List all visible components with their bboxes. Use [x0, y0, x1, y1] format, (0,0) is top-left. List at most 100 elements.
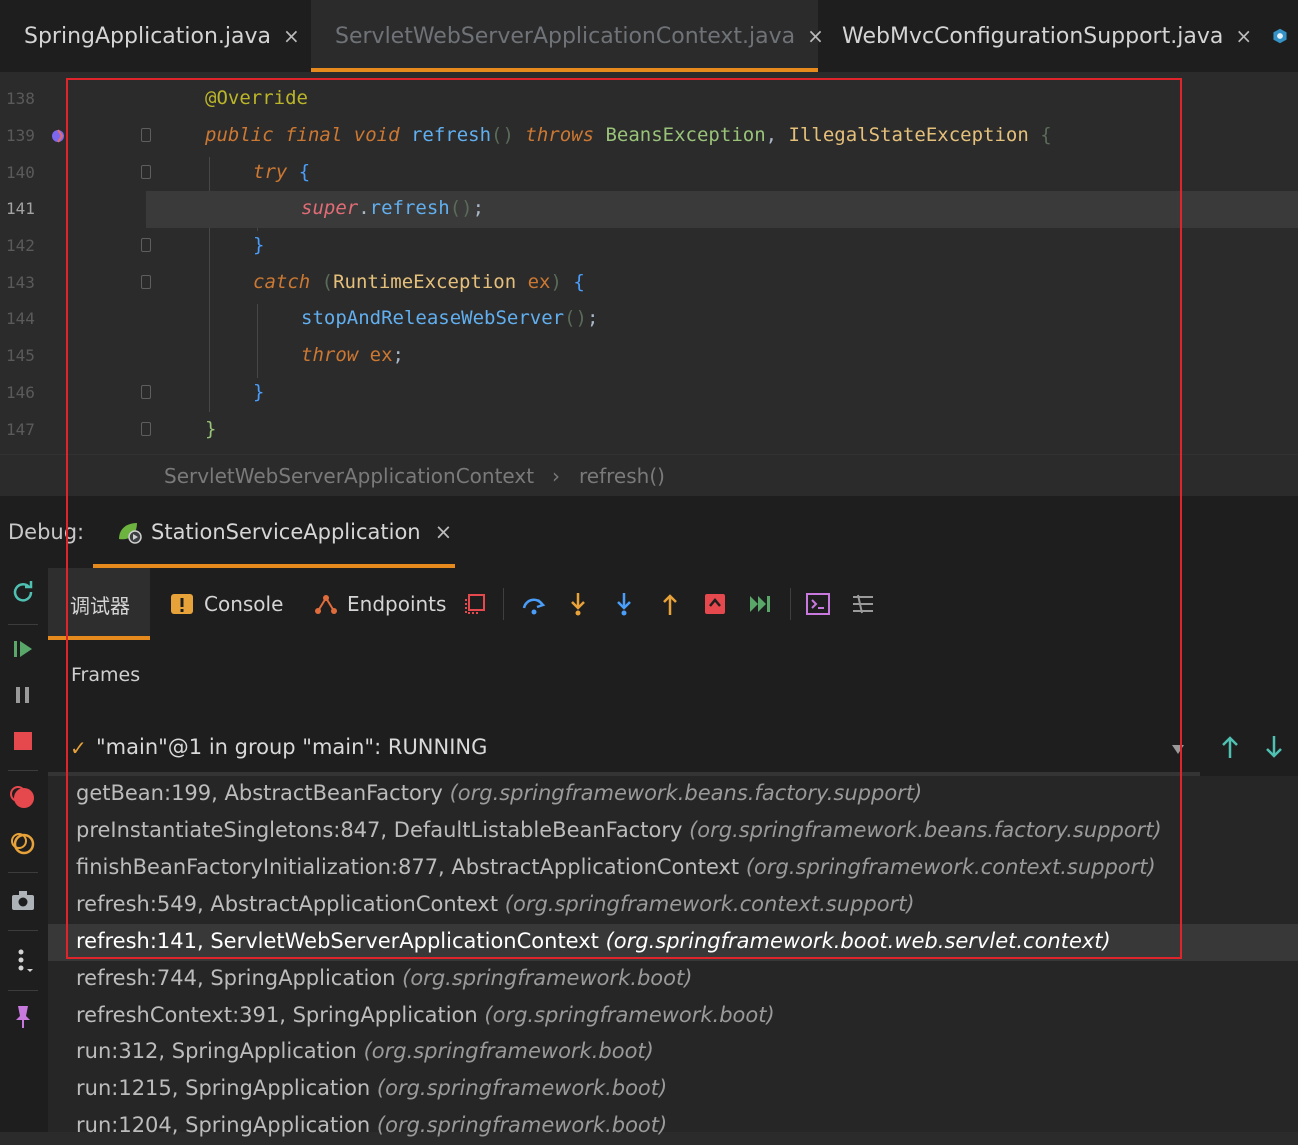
override-marker-icon[interactable] [48, 126, 68, 146]
code-text: } [205, 418, 217, 440]
frame-row[interactable]: refresh:744, SpringApplication (org.spri… [48, 961, 1298, 998]
debug-label: Debug: [8, 520, 85, 544]
line-number: 144 [6, 309, 35, 328]
drop-frame-icon[interactable] [701, 590, 729, 618]
editor-tabs: SpringApplication.java × ServletWebServe… [0, 0, 1298, 72]
breadcrumb-separator: › [552, 464, 560, 488]
stop-icon[interactable] [8, 726, 38, 756]
line-number: 140 [6, 163, 35, 182]
fold-icon[interactable] [141, 422, 151, 436]
run-to-cursor-icon[interactable] [746, 590, 774, 618]
frame-row[interactable]: refreshContext:391, SpringApplication (o… [48, 998, 1298, 1035]
breadcrumb-method[interactable]: refresh() [579, 464, 665, 488]
tab-debugger-label: 调试器 [70, 593, 130, 618]
tab-label: ServletWebServerApplicationContext.java [335, 23, 796, 49]
frames-panel: Frames ✓ "main"@1 in group "main": RUNNI… [48, 640, 1298, 1137]
code-line: 146 } [0, 375, 1298, 412]
endpoints-icon [315, 595, 337, 614]
tab-label: WebMvcConfigurationSupport.java [842, 23, 1224, 49]
thread-label: "main"@1 in group "main": RUNNING [96, 735, 488, 759]
thread-selector[interactable]: ✓ "main"@1 in group "main": RUNNING [48, 728, 1298, 772]
pin-icon[interactable] [8, 1002, 38, 1032]
close-icon[interactable]: × [283, 24, 300, 48]
code-editor[interactable]: 138 @Override 139 public final void refr… [0, 72, 1298, 454]
code-line: 139 public final void refresh() throws B… [0, 118, 1298, 155]
previous-frame-icon[interactable] [1218, 734, 1242, 760]
code-text: try { [253, 161, 311, 183]
rerun-icon[interactable] [8, 576, 38, 606]
more-options-icon[interactable] [8, 946, 38, 976]
line-number: 145 [6, 346, 35, 365]
view-breakpoints-icon[interactable] [8, 782, 38, 812]
code-text: public final void refresh() throws Beans… [205, 124, 1052, 146]
tab-endpoints[interactable]: Endpoints [313, 568, 446, 640]
close-icon[interactable]: × [1235, 24, 1252, 48]
tab-console-label: Console [204, 592, 284, 616]
tab-web-mvc-configuration-support[interactable]: WebMvcConfigurationSupport.java × [818, 0, 1258, 72]
fold-icon[interactable] [141, 128, 151, 142]
java-class-icon [1273, 28, 1287, 44]
line-number: 146 [6, 383, 35, 402]
chevron-down-icon[interactable] [1170, 742, 1186, 756]
pause-icon[interactable] [8, 680, 38, 710]
tab-servlet-web-server-application-context[interactable]: ServletWebServerApplicationContext.java … [311, 0, 824, 72]
frame-row[interactable]: run:1204, SpringApplication (org.springf… [48, 1108, 1298, 1145]
frame-row[interactable]: preInstantiateSingletons:847, DefaultLis… [48, 813, 1298, 850]
frame-row[interactable]: getBean:199, AbstractBeanFactory (org.sp… [48, 776, 1298, 813]
step-out-icon[interactable] [656, 590, 684, 618]
line-number: 143 [6, 273, 35, 292]
step-over-icon[interactable] [520, 590, 548, 618]
frame-row[interactable]: run:312, SpringApplication (org.springfr… [48, 1034, 1298, 1071]
frame-row[interactable]: run:1215, SpringApplication (org.springf… [48, 1071, 1298, 1108]
evaluate-expression-icon[interactable] [804, 590, 832, 618]
fold-icon[interactable] [141, 238, 151, 252]
fold-icon[interactable] [141, 385, 151, 399]
breadcrumb-class[interactable]: ServletWebServerApplicationContext [164, 464, 534, 488]
code-text: } [253, 234, 265, 256]
code-text: throw ex; [301, 344, 404, 366]
code-line: 138 @Override [0, 81, 1298, 118]
frame-row-selected[interactable]: refresh:141, ServletWebServerApplication… [48, 924, 1298, 961]
tab-spring-application[interactable]: SpringApplication.java × [0, 0, 311, 72]
tab-endpoints-label: Endpoints [347, 592, 447, 616]
resume-icon[interactable] [8, 634, 38, 664]
step-into-icon[interactable] [564, 590, 592, 618]
fold-icon[interactable] [141, 165, 151, 179]
tab-debugger[interactable]: 调试器 [48, 568, 150, 640]
code-line: 140 try { [0, 155, 1298, 192]
frame-row[interactable]: refresh:549, AbstractApplicationContext … [48, 887, 1298, 924]
tab-label: SpringApplication.java [24, 23, 272, 49]
code-text: catch (RuntimeException ex) { [253, 271, 585, 293]
code-line: 144 stopAndReleaseWebServer(); [0, 301, 1298, 338]
force-step-into-icon[interactable] [610, 590, 638, 618]
frames-title: Frames [71, 664, 141, 686]
tab-console[interactable]: Console [170, 568, 283, 640]
breadcrumb: ServletWebServerApplicationContext › ref… [0, 454, 1298, 497]
line-number: 139 [6, 126, 35, 145]
code-line: 147 } [0, 412, 1298, 449]
code-text: } [253, 381, 265, 403]
close-icon[interactable]: × [435, 520, 453, 544]
frame-row[interactable]: finishBeanFactoryInitialization:877, Abs… [48, 850, 1298, 887]
restore-layout-icon[interactable] [461, 590, 489, 618]
line-number: 142 [6, 236, 35, 255]
spring-boot-run-icon [119, 523, 142, 544]
line-number: 141 [6, 199, 35, 218]
code-line: 145 throw ex; [0, 338, 1298, 375]
line-number: 138 [6, 89, 35, 108]
code-line: 143 catch (RuntimeException ex) { [0, 265, 1298, 302]
debug-session-tab[interactable]: StationServiceApplication × [93, 496, 455, 568]
mute-breakpoints-icon[interactable] [8, 828, 38, 858]
camera-icon[interactable] [8, 886, 38, 916]
code-line: 141 super.refresh(); [0, 191, 1298, 228]
frames-list[interactable]: getBean:199, AbstractBeanFactory (org.sp… [48, 776, 1298, 1137]
fold-icon[interactable] [141, 275, 151, 289]
next-frame-icon[interactable] [1262, 734, 1286, 760]
line-number: 147 [6, 420, 35, 439]
code-text: super.refresh(); [301, 197, 485, 219]
debug-session-label: StationServiceApplication [151, 520, 421, 544]
debug-header: Debug: StationServiceApplication × [0, 496, 1298, 568]
debug-toolbar: 调试器 Console Endpoints [48, 568, 1298, 640]
trace-settings-icon[interactable] [849, 590, 877, 618]
tab-overflow[interactable] [1258, 0, 1298, 72]
